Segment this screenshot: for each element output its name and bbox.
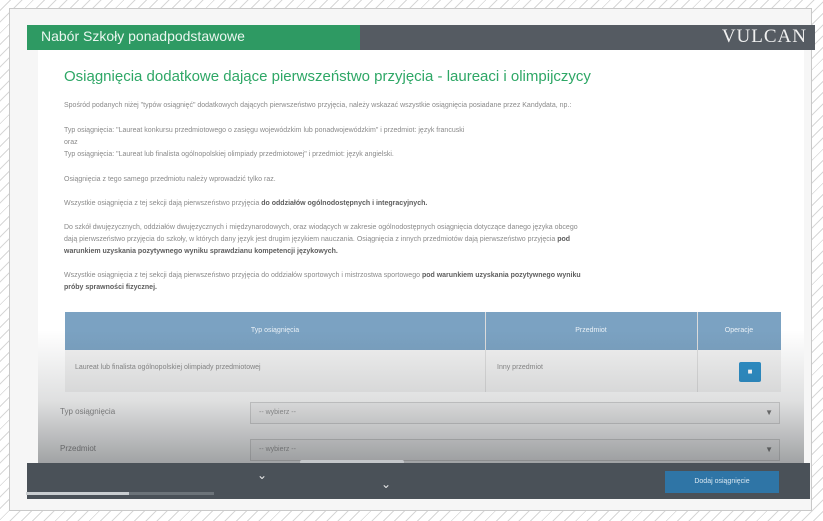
module-tab[interactable]: Nabór Szkoły ponadpodstawowe [27, 25, 360, 50]
bilingual-note-line3-bold: warunkiem uzyskania pozytywnego wyniku s… [64, 248, 338, 255]
priority-note-bold: do oddziałów ogólnodostępnych i integrac… [261, 200, 428, 207]
table-header: Typ osiągnięcia Przedmiot Operacje [65, 312, 781, 350]
chevron-down-icon[interactable]: ⌄ [257, 468, 267, 482]
bilingual-note-line3: warunkiem uzyskania pozytywnego wyniku s… [64, 245, 338, 258]
achievements-card: Osiągnięcia dodatkowe dające pierwszeńst… [38, 50, 804, 487]
column-header-subject[interactable]: Przedmiot [485, 312, 697, 350]
dropdown-arrow-icon: ▼ [765, 408, 773, 417]
app-header: Nabór Szkoły ponadpodstawowe VULCAN [27, 25, 815, 50]
delete-row-button[interactable]: ■ [739, 362, 761, 382]
column-header-type[interactable]: Typ osiągnięcia [65, 312, 485, 350]
subject-select-value: -- wybierz -- [259, 446, 296, 453]
type-select[interactable]: -- wybierz -- ▼ [250, 402, 780, 424]
bilingual-note-line2-text: dają pierwszeństwo przyjęcia do szkoły, … [64, 236, 556, 243]
column-header-actions: Operacje [724, 327, 754, 334]
type-label: Typ osiągnięcia [60, 407, 116, 416]
type-select-value: -- wybierz -- [259, 409, 296, 416]
sports-note-line2-bold: próby sprawności fizycznej. [64, 284, 157, 291]
sports-note-line1-text: Wszystkie osiągnięcia z tej sekcji dają … [64, 272, 420, 279]
add-achievement-button[interactable]: Dodaj osiągnięcie [665, 471, 779, 493]
column-divider [485, 312, 486, 392]
dropdown-arrow-icon: ▼ [765, 445, 773, 454]
priority-note: Wszystkie osiągnięcia z tej sekcji dają … [64, 197, 427, 210]
vulcan-logo: VULCAN [721, 26, 807, 47]
trash-icon: ■ [747, 367, 753, 376]
single-entry-note: Osiągnięcia z tego samego przedmiotu nal… [64, 176, 276, 183]
priority-note-text: Wszystkie osiągnięcia z tej sekcji dają … [64, 200, 260, 207]
bilingual-note-line2-bold: pod [557, 236, 571, 243]
sports-note-line2: próby sprawności fizycznej. [64, 281, 157, 294]
achievements-table: Typ osiągnięcia Przedmiot Operacje Laure… [65, 312, 781, 392]
row-type-cell: Laureat lub finalista ogólnopolskiej oli… [75, 364, 261, 371]
column-divider [697, 312, 698, 392]
progress-fill [26, 492, 130, 495]
subject-select[interactable]: -- wybierz -- ▼ [250, 439, 780, 461]
row-subject-cell: Inny przedmiot [497, 364, 543, 371]
sports-note-line1-bold: pod warunkiem uzyskania pozytywnego wyni… [421, 272, 581, 279]
example-1-text: Typ osiągnięcia: "Laureat konkursu przed… [64, 127, 465, 134]
table-row: Laureat lub finalista ogólnopolskiej oli… [65, 350, 781, 392]
section-title: Osiągnięcia dodatkowe dające pierwszeńst… [64, 68, 591, 85]
app-title: Nabór Szkoły ponadpodstawowe [41, 28, 245, 44]
example-2-text: Typ osiągnięcia: "Laureat lub finalista … [64, 151, 394, 158]
chevron-down-icon[interactable]: ⌄ [381, 477, 391, 491]
intro-text: Spośród podanych niżej "typów osiągnięć"… [64, 102, 572, 109]
subject-label: Przedmiot [60, 444, 97, 453]
